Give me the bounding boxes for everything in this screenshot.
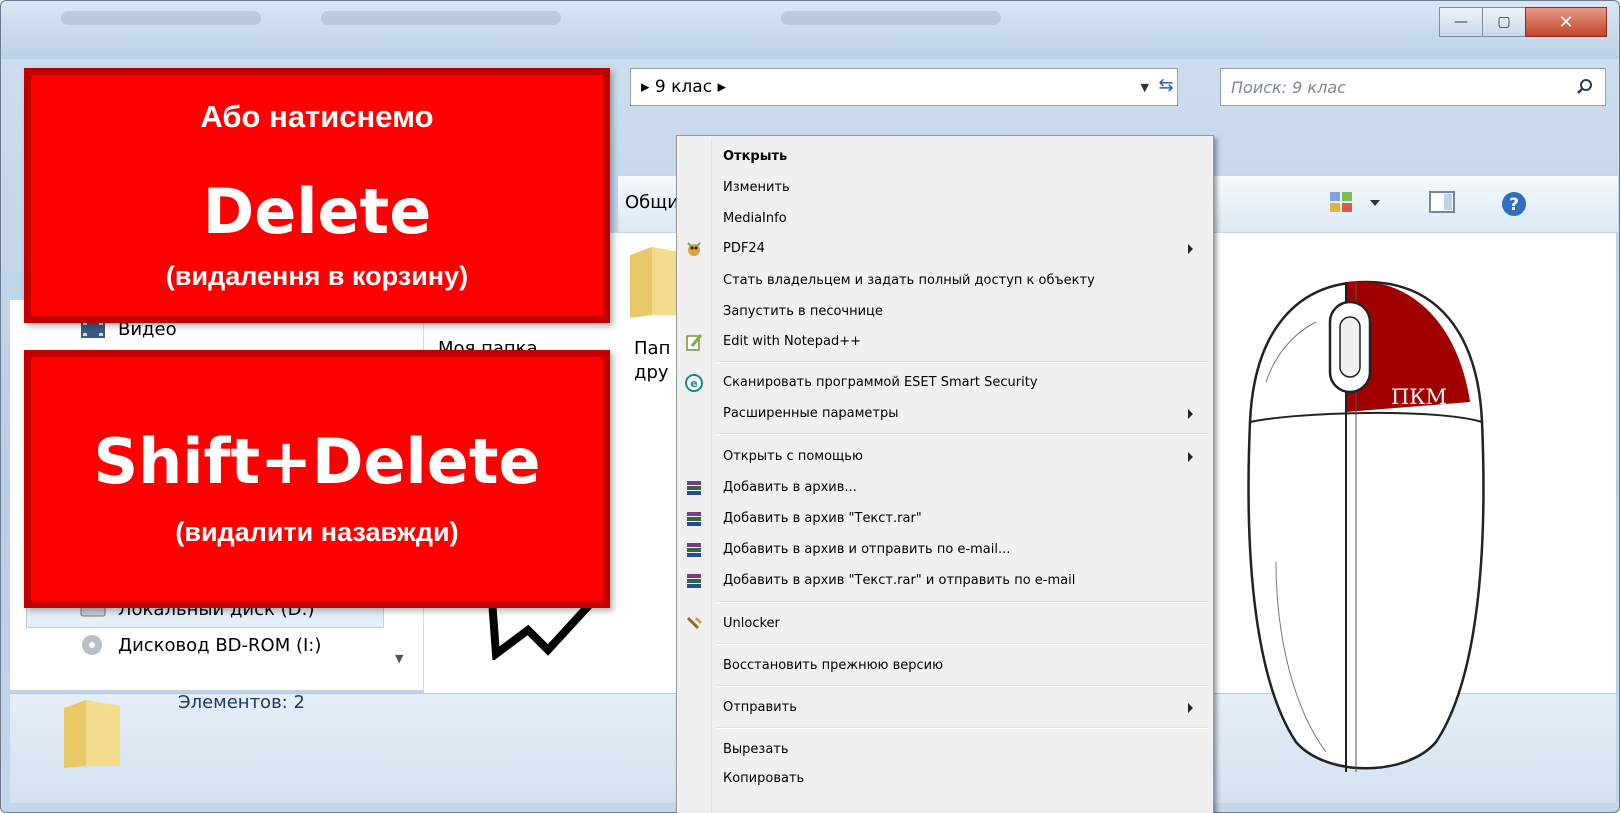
callout-note: (видалити назавжди) — [175, 517, 459, 547]
menu-separator — [717, 685, 1209, 687]
winrar-icon — [687, 574, 701, 588]
view-options-icon[interactable] — [1328, 190, 1356, 214]
menu-item-send-to[interactable]: Отправить — [677, 695, 1213, 721]
chevron-down-icon[interactable] — [1368, 190, 1382, 214]
menu-item-open-with[interactable]: Открыть с помощью — [677, 444, 1213, 470]
menu-item-label: Открыть с помощью — [723, 449, 863, 464]
menu-item-add-archive[interactable]: Добавить в архив... — [677, 475, 1213, 501]
winrar-icon — [687, 543, 701, 557]
title-blur — [321, 11, 561, 25]
minimize-icon: — — [1454, 14, 1468, 30]
menu-item-sandbox[interactable]: Запустить в песочнице — [677, 299, 1213, 325]
preview-pane-icon[interactable] — [1428, 190, 1458, 214]
mouse-illustration: ПКМ — [1247, 280, 1485, 772]
menu-item-label: PDF24 — [723, 241, 765, 256]
nav-item-bd-rom[interactable]: Дисковод BD-ROM (I:) — [80, 634, 321, 656]
refresh-icon[interactable]: ⇆ — [1150, 75, 1182, 101]
title-bar: — ▢ ✕ — [1, 1, 1619, 59]
help-icon[interactable]: ? — [1500, 190, 1528, 218]
menu-item-label: Добавить в архив "Текст.rar" и отправить… — [723, 573, 1076, 588]
menu-item-label: Стать владельцем и задать полный доступ … — [723, 273, 1095, 288]
delete-key-label: Delete — [202, 175, 432, 248]
title-blur — [61, 11, 261, 25]
menu-item-advanced[interactable]: Расширенные параметры — [677, 401, 1213, 427]
menu-separator — [717, 433, 1209, 435]
maximize-icon: ▢ — [1497, 14, 1511, 30]
menu-item-edit[interactable]: Изменить — [677, 175, 1213, 201]
search-input[interactable]: Поиск: 9 клас — [1220, 68, 1606, 106]
menu-item-archive-named-email[interactable]: Добавить в архив "Текст.rar" и отправить… — [677, 568, 1213, 594]
scroll-down-arrow[interactable]: ▼ — [395, 652, 403, 665]
menu-separator — [717, 601, 1209, 603]
breadcrumb[interactable]: ▸ 9 клас ▸ — [641, 77, 726, 97]
menu-item-label: Вырезать — [723, 742, 789, 757]
submenu-arrow-icon — [1188, 452, 1193, 462]
callout-heading: Або натиснемо — [200, 99, 434, 134]
winrar-icon — [687, 512, 701, 526]
menu-item-label: Unlocker — [723, 616, 780, 631]
menu-item-label: Изменить — [723, 180, 790, 195]
svg-text:e: e — [690, 377, 697, 390]
rmb-label: ПКМ — [1391, 385, 1447, 409]
menu-item-label: Отправить — [723, 700, 797, 715]
search-icon[interactable] — [1575, 77, 1595, 97]
menu-item-label: Добавить в архив и отправить по e-mail..… — [723, 542, 1011, 557]
pdf24-icon — [687, 242, 701, 256]
menu-separator — [717, 727, 1209, 729]
menu-item-label: Добавить в архив... — [723, 480, 857, 495]
callout-note: (видалення в корзину) — [165, 261, 469, 291]
submenu-arrow-icon — [1188, 409, 1193, 419]
maximize-button[interactable]: ▢ — [1482, 7, 1526, 37]
nav-item-label: Дисковод BD-ROM (I:) — [118, 634, 322, 656]
menu-item-cut[interactable]: Вырезать — [677, 737, 1213, 763]
menu-item-label: Сканировать программой ESET Smart Securi… — [723, 375, 1038, 390]
menu-item-label: Расширенные параметры — [723, 406, 899, 421]
unlocker-icon — [686, 616, 703, 630]
menu-item-eset[interactable]: e Сканировать программой ESET Smart Secu… — [677, 370, 1213, 396]
menu-item-notepad[interactable]: Edit with Notepad++ — [677, 329, 1213, 355]
notepad-icon — [686, 334, 703, 351]
address-bar[interactable]: ▸ 9 клас ▸ ▼ — [630, 68, 1178, 106]
menu-item-restore-version[interactable]: Восстановить прежнюю версию — [677, 653, 1213, 679]
menu-item-unlocker[interactable]: Unlocker — [677, 611, 1213, 637]
item-label-folder-2-line2[interactable]: дру — [634, 362, 669, 383]
item-label-folder-2[interactable]: Пап — [634, 338, 670, 359]
shift-delete-key-label: Shift+Delete — [93, 425, 541, 498]
submenu-arrow-icon — [1188, 244, 1193, 254]
menu-item-add-archive-named[interactable]: Добавить в архив "Текст.rar" — [677, 506, 1213, 532]
menu-item-label: Открыть — [723, 149, 788, 164]
menu-item-archive-email[interactable]: Добавить в архив и отправить по e-mail..… — [677, 537, 1213, 563]
menu-item-label: Edit with Notepad++ — [723, 334, 862, 349]
menu-item-mediainfo[interactable]: MediaInfo — [677, 206, 1213, 232]
menu-item-label: MediaInfo — [723, 211, 787, 226]
menu-item-copy[interactable]: Копировать — [677, 766, 1213, 792]
title-blur — [781, 11, 1001, 25]
disc-icon — [82, 635, 102, 655]
submenu-arrow-icon — [1188, 703, 1193, 713]
menu-item-open[interactable]: Открыть — [677, 144, 1213, 170]
menu-separator — [717, 361, 1209, 363]
menu-item-label: Копировать — [723, 771, 805, 786]
close-button[interactable]: ✕ — [1525, 7, 1607, 37]
menu-item-label: Запустить в песочнице — [723, 304, 883, 319]
item-count: Элементов: 2 — [178, 692, 305, 713]
window-controls: — ▢ ✕ — [1439, 7, 1607, 37]
menu-item-label: Восстановить прежнюю версию — [723, 658, 944, 673]
shift-delete-callout: Shift+Delete (видалити назавжди) — [24, 350, 610, 608]
winrar-icon — [687, 481, 701, 495]
context-menu: Открыть Изменить MediaInfo PDF24 Стать в… — [676, 135, 1214, 813]
chevron-down-icon[interactable]: ▼ — [1141, 81, 1149, 94]
folder-icon — [64, 700, 120, 768]
menu-separator — [717, 643, 1209, 645]
eset-icon: e — [685, 374, 703, 392]
search-placeholder: Поиск: 9 клас — [1231, 77, 1346, 97]
menu-item-pdf24[interactable]: PDF24 — [677, 236, 1213, 262]
minimize-button[interactable]: — — [1439, 7, 1483, 37]
menu-item-take-ownership[interactable]: Стать владельцем и задать полный доступ … — [677, 268, 1213, 294]
delete-callout: Або натиснемо Delete (видалення в корзин… — [24, 68, 610, 323]
close-icon: ✕ — [1558, 11, 1574, 33]
svg-text:?: ? — [1509, 195, 1519, 215]
menu-item-label: Добавить в архив "Текст.rar" — [723, 511, 922, 526]
